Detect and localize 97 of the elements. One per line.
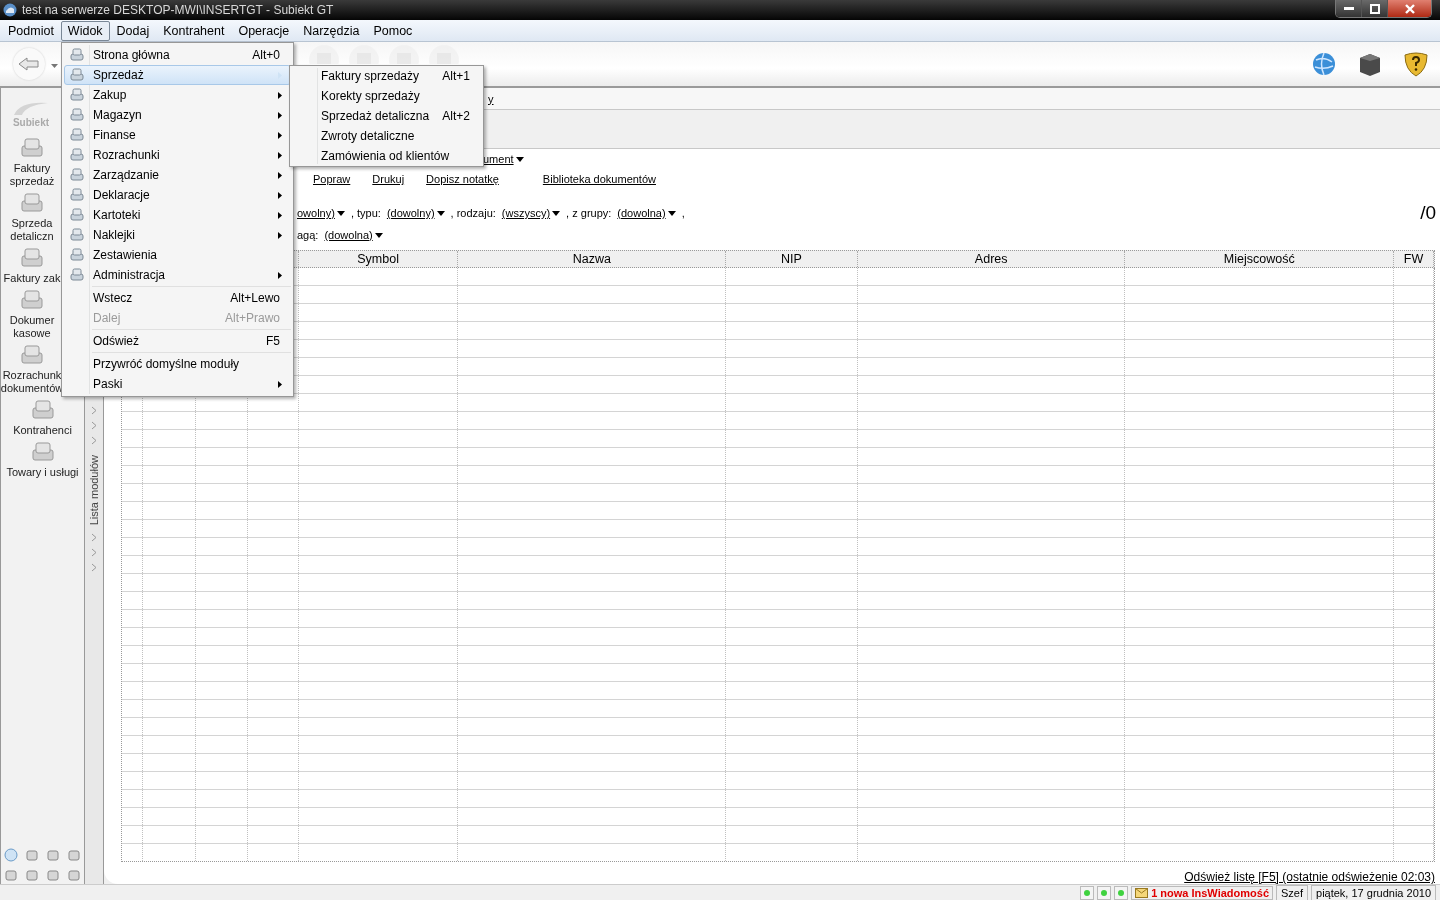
shield-help-icon[interactable] xyxy=(1402,50,1430,78)
caret-icon xyxy=(374,232,383,238)
logo-text: Subiekt xyxy=(12,116,50,128)
module-button[interactable]: Sprzeda detaliczn xyxy=(1,191,63,243)
user-name: Szef xyxy=(1276,884,1308,900)
filter-dropdown[interactable]: (dowolna) xyxy=(324,229,383,241)
window-title: test na serwerze DESKTOP-MWI\INSERTGT - Subiekt GT xyxy=(22,3,334,17)
maximize-button[interactable] xyxy=(1362,0,1388,17)
menu-entry[interactable]: Sprzedaż xyxy=(64,65,291,85)
filter-label: agą: xyxy=(297,229,319,241)
module-button[interactable]: Kontrahenci xyxy=(1,398,84,437)
module-button[interactable]: Rozrachunk dokumentów xyxy=(1,343,63,395)
menu-entry[interactable]: Korekty sprzedaży xyxy=(292,86,481,106)
menu-item[interactable]: Narzędzia xyxy=(296,20,367,41)
menu-entry[interactable]: Rozrachunki xyxy=(64,145,291,165)
app-icon xyxy=(3,3,17,17)
caret-icon xyxy=(515,156,524,162)
menu-entry[interactable]: Magazyn xyxy=(64,105,291,125)
action-link[interactable]: Drukuj xyxy=(372,173,405,185)
menu-entry[interactable]: Kartoteki xyxy=(64,205,291,225)
caret-icon xyxy=(552,210,561,216)
menu-entry[interactable]: Zamówienia od klientów xyxy=(292,146,481,166)
action-link[interactable]: Popraw xyxy=(313,173,351,185)
arrow-icon xyxy=(18,56,40,72)
caret-icon xyxy=(436,210,445,216)
module-button[interactable]: Dokumer kasowe xyxy=(1,288,63,340)
menu-entry[interactable]: Przywróć domyślne moduły xyxy=(64,354,291,374)
date-label: piątek, 17 grudnia 2010 xyxy=(1311,884,1436,900)
filter-label: , typu: xyxy=(350,207,381,219)
caret-icon xyxy=(667,210,676,216)
menu-entry[interactable]: Paski xyxy=(64,374,291,394)
filter-label: , xyxy=(681,207,685,219)
menu-entry[interactable]: Faktury sprzedaży Alt+1 xyxy=(292,66,481,86)
module-icon xyxy=(18,288,46,312)
menu-entry[interactable]: Zakup xyxy=(64,85,291,105)
menu-item[interactable]: Pomoc xyxy=(366,20,420,41)
menu-item[interactable]: Operacje xyxy=(231,20,297,41)
filter-label: , z grupy: xyxy=(566,207,612,219)
menu-entry[interactable]: Zestawienia xyxy=(64,245,291,265)
module-button[interactable]: Towary i usługi xyxy=(1,440,84,479)
module-shortcut-icon[interactable] xyxy=(46,868,60,882)
maximize-icon xyxy=(1369,3,1380,14)
action-link[interactable]: Dopisz notatkę xyxy=(426,173,499,185)
filter-dropdown[interactable]: owolny) xyxy=(297,207,345,219)
module-shortcut-icon[interactable] xyxy=(46,848,60,862)
column-header[interactable]: NIP xyxy=(726,251,858,267)
record-count: /0 xyxy=(1420,202,1436,224)
menu-entry[interactable]: Deklaracje xyxy=(64,185,291,205)
refresh-link[interactable]: Odśwież listę [F5] (ostatnie odświeżenie 02:03) xyxy=(1184,870,1435,884)
module-shortcut-icon[interactable] xyxy=(25,868,39,882)
menu-entry[interactable]: Odśwież F5 xyxy=(64,331,291,351)
module-icon xyxy=(18,246,46,270)
module-shortcut-icon[interactable] xyxy=(25,848,39,862)
menu-item[interactable]: Dodaj xyxy=(109,20,157,41)
menu-entry[interactable]: Zarządzanie xyxy=(64,165,291,185)
filter-label: , rodzaju: xyxy=(450,207,496,219)
header-link[interactable]: y xyxy=(488,92,494,105)
message-notification[interactable]: 1 nowa InsWiadomość xyxy=(1131,885,1273,900)
filter-dropdown[interactable]: (dowolna) xyxy=(617,207,676,219)
menu-entry[interactable]: Strona główna Alt+0 xyxy=(64,45,291,65)
filter-dropdown[interactable]: (dowolny) xyxy=(386,207,445,219)
module-shortcut-icon[interactable] xyxy=(4,868,18,882)
menu-entry[interactable]: Zwroty detaliczne xyxy=(292,126,481,146)
menu-entry[interactable]: Naklejki xyxy=(64,225,291,245)
caret-icon[interactable] xyxy=(51,64,58,68)
back-button[interactable] xyxy=(13,48,45,80)
column-header[interactable]: Miejscowość xyxy=(1125,251,1395,267)
menu-entry[interactable]: Finanse xyxy=(64,125,291,145)
module-shortcut-icon[interactable] xyxy=(67,868,81,882)
minimize-button[interactable] xyxy=(1336,0,1362,17)
menu-entry[interactable]: Wstecz Alt+Lewo xyxy=(64,288,291,308)
column-header[interactable]: Adres xyxy=(857,251,1126,267)
close-button[interactable] xyxy=(1388,0,1431,17)
menu-item[interactable]: Kontrahent xyxy=(156,20,232,41)
globe-icon[interactable] xyxy=(1310,50,1338,78)
module-icon xyxy=(18,136,46,160)
minimize-icon xyxy=(1343,6,1354,11)
column-header[interactable]: Symbol xyxy=(298,251,459,267)
envelope-icon xyxy=(1135,887,1149,898)
caret-icon xyxy=(336,210,345,216)
module-icon xyxy=(18,191,46,215)
module-button[interactable]: Faktury sprzedaż xyxy=(1,136,63,188)
panel-label[interactable]: Lista modułów xyxy=(88,455,100,526)
module-button[interactable]: Faktury zak xyxy=(1,246,63,285)
close-icon xyxy=(1404,3,1415,14)
module-icon xyxy=(18,343,46,367)
module-shortcut-icon[interactable] xyxy=(67,848,81,862)
module-shortcut-icon[interactable] xyxy=(4,848,18,862)
menu-item[interactable]: Widok xyxy=(60,20,110,41)
column-header[interactable]: FW xyxy=(1394,251,1434,267)
column-header[interactable]: Nazwa xyxy=(458,251,727,267)
action-link[interactable]: Biblioteka dokumentów xyxy=(542,173,656,185)
menu-entry[interactable]: Administracja xyxy=(64,265,291,285)
menu-item[interactable]: Podmiot xyxy=(1,20,61,41)
document-dropdown[interactable]: ument xyxy=(483,153,524,165)
menu-entry[interactable]: Sprzedaż detaliczna Alt+2 xyxy=(292,106,481,126)
filter-dropdown[interactable]: (wszyscy) xyxy=(501,207,561,219)
